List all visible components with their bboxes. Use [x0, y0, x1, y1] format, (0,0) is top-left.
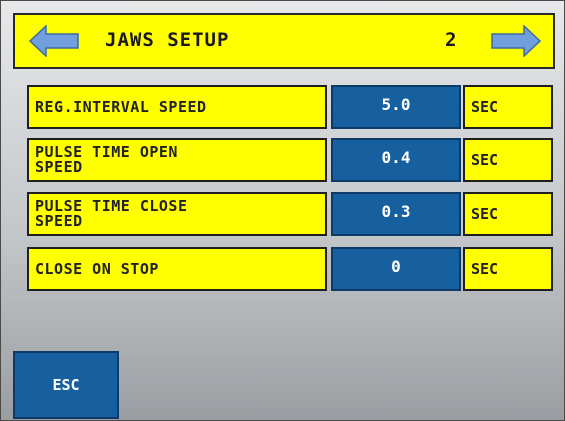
- setting-row-pulse-time-open-speed: PULSE TIME OPEN SPEED 0.4 SEC: [27, 138, 553, 182]
- setting-value-field[interactable]: 0: [331, 247, 461, 291]
- setting-value-field[interactable]: 5.0: [331, 85, 461, 129]
- setting-unit: SEC: [463, 138, 553, 182]
- page-title: JAWS SETUP: [105, 29, 230, 51]
- setting-unit: SEC: [463, 192, 553, 236]
- setting-label: PULSE TIME OPEN SPEED: [27, 138, 327, 182]
- page-number: 2: [445, 29, 457, 51]
- hmi-screen: JAWS SETUP 2 REG.INTERVAL SPEED 5.0 SEC …: [0, 0, 565, 421]
- setting-unit: SEC: [463, 85, 553, 129]
- esc-button[interactable]: ESC: [13, 351, 119, 419]
- setting-unit: SEC: [463, 247, 553, 291]
- setting-row-close-on-stop: CLOSE ON STOP 0 SEC: [27, 247, 553, 291]
- setting-label: REG.INTERVAL SPEED: [27, 85, 327, 129]
- setting-label: CLOSE ON STOP: [27, 247, 327, 291]
- left-arrow-icon[interactable]: [29, 25, 79, 57]
- right-arrow-icon[interactable]: [491, 25, 541, 57]
- setting-value-field[interactable]: 0.3: [331, 192, 461, 236]
- setting-row-reg-interval-speed: REG.INTERVAL SPEED 5.0 SEC: [27, 85, 553, 129]
- setting-value-field[interactable]: 0.4: [331, 138, 461, 182]
- header-bar: JAWS SETUP 2: [13, 13, 555, 69]
- setting-label: PULSE TIME CLOSE SPEED: [27, 192, 327, 236]
- setting-row-pulse-time-close-speed: PULSE TIME CLOSE SPEED 0.3 SEC: [27, 192, 553, 236]
